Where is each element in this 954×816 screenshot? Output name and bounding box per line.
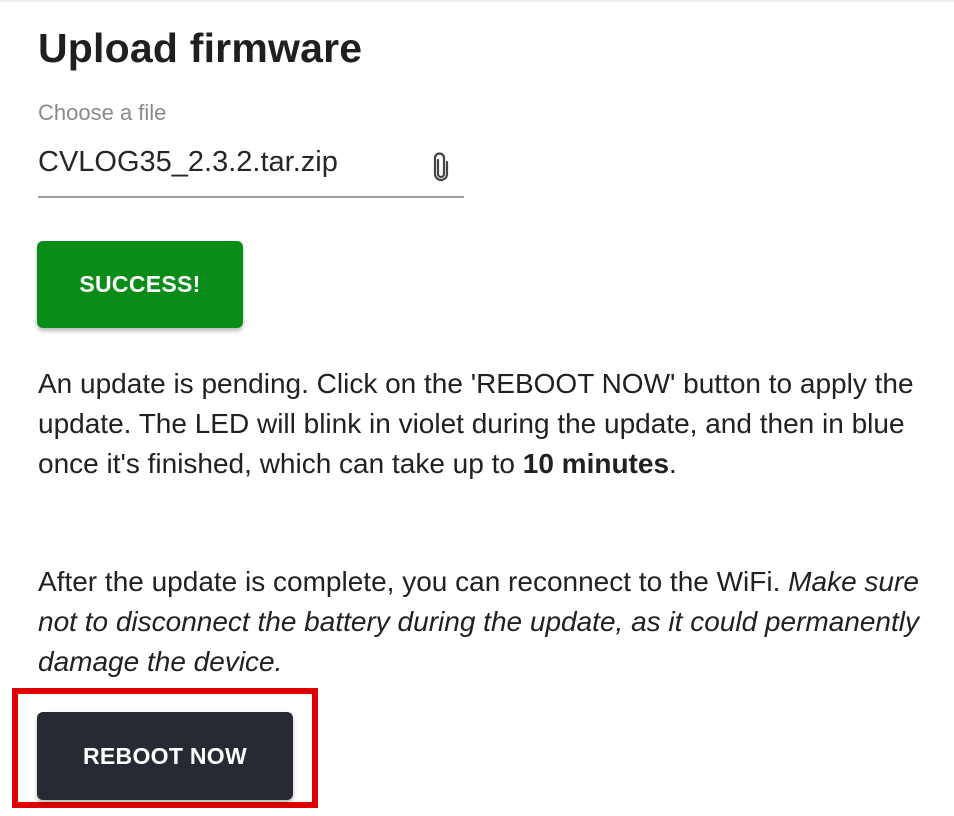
update-pending-text: An update is pending. Click on the 'REBO…	[38, 368, 914, 479]
top-border	[0, 0, 954, 2]
file-chooser-field[interactable]: Choose a file CVLOG35_2.3.2.tar.zip	[38, 100, 464, 198]
after-update-message: After the update is complete, you can re…	[38, 562, 938, 682]
reconnect-text: After the update is complete, you can re…	[38, 566, 789, 597]
update-pending-message: An update is pending. Click on the 'REBO…	[38, 364, 938, 484]
update-pending-end: .	[669, 448, 677, 479]
firmware-upload-page: Upload firmware Choose a file CVLOG35_2.…	[0, 0, 954, 816]
file-field-underline	[38, 196, 464, 198]
file-chooser-label: Choose a file	[38, 100, 167, 125]
selected-file-name[interactable]: CVLOG35_2.3.2.tar.zip	[38, 146, 338, 179]
page-title: Upload firmware	[38, 25, 363, 71]
reboot-now-button[interactable]: REBOOT NOW	[37, 712, 293, 800]
paperclip-icon[interactable]	[432, 152, 450, 182]
duration-text: 10 minutes	[522, 448, 670, 479]
success-button[interactable]: SUCCESS!	[37, 241, 243, 328]
